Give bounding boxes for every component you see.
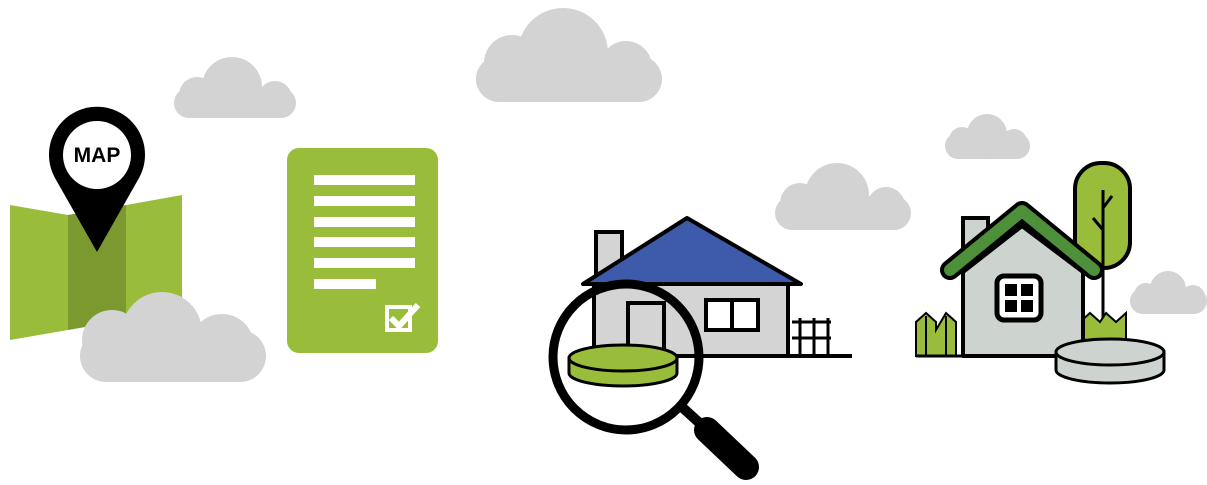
cloud-icon xyxy=(775,163,911,230)
disc-platform-icon xyxy=(567,343,679,388)
cloud-icon xyxy=(1130,271,1207,314)
window-icon xyxy=(994,273,1044,323)
document-icon xyxy=(287,148,438,353)
fence-icon xyxy=(792,318,831,356)
pin-label: MAP xyxy=(74,144,121,167)
disc-platform-icon xyxy=(1054,337,1166,385)
cloud-icon xyxy=(945,114,1030,159)
window-icon xyxy=(704,298,760,332)
cloud-icon xyxy=(476,8,662,102)
cloud-icon xyxy=(174,57,296,118)
illustration-scene: MAP xyxy=(10,8,1207,480)
